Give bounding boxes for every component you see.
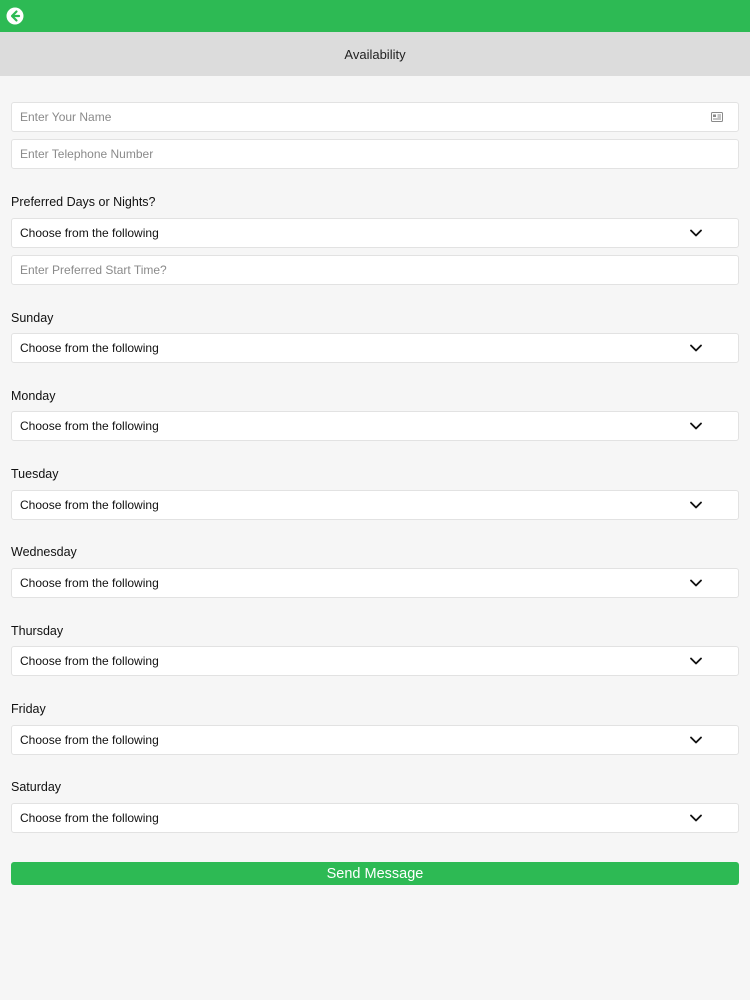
- chevron-down-icon: [690, 657, 702, 665]
- contact-card-icon: [711, 112, 723, 122]
- start-time-field[interactable]: [11, 255, 739, 285]
- day-label-monday: Monday: [11, 389, 56, 403]
- day-select-sunday[interactable]: Choose from the following: [11, 333, 739, 363]
- day-select-thursday[interactable]: Choose from the following: [11, 646, 739, 676]
- day-select-saturday[interactable]: Choose from the following: [11, 803, 739, 833]
- start-time-input[interactable]: [20, 263, 730, 277]
- day-select-wednesday[interactable]: Choose from the following: [11, 568, 739, 598]
- day-select-value: Choose from the following: [20, 811, 159, 825]
- name-input[interactable]: [20, 110, 730, 124]
- day-label-saturday: Saturday: [11, 780, 62, 794]
- preferred-label: Preferred Days or Nights?: [11, 195, 156, 209]
- chevron-down-icon: [690, 501, 702, 509]
- page-title: Availability: [344, 46, 406, 62]
- day-select-value: Choose from the following: [20, 498, 159, 512]
- day-select-value: Choose from the following: [20, 576, 159, 590]
- day-select-monday[interactable]: Choose from the following: [11, 411, 739, 441]
- day-label-sunday: Sunday: [11, 311, 54, 325]
- day-select-value: Choose from the following: [20, 733, 159, 747]
- day-select-tuesday[interactable]: Choose from the following: [11, 490, 739, 520]
- telephone-field[interactable]: [11, 139, 739, 169]
- day-label-tuesday: Tuesday: [11, 467, 59, 481]
- telephone-input[interactable]: [20, 147, 730, 161]
- back-arrow-icon[interactable]: [6, 7, 24, 25]
- day-select-value: Choose from the following: [20, 341, 159, 355]
- day-label-thursday: Thursday: [11, 624, 64, 638]
- chevron-down-icon: [690, 422, 702, 430]
- chevron-down-icon: [690, 814, 702, 822]
- title-bar: Availability: [0, 32, 750, 76]
- day-label-friday: Friday: [11, 702, 46, 716]
- day-select-friday[interactable]: Choose from the following: [11, 725, 739, 755]
- send-message-label: Send Message: [326, 865, 424, 882]
- chevron-down-icon: [690, 736, 702, 744]
- preferred-select-value: Choose from the following: [20, 226, 159, 240]
- day-select-value: Choose from the following: [20, 654, 159, 668]
- day-label-wednesday: Wednesday: [11, 545, 77, 559]
- name-field[interactable]: [11, 102, 739, 132]
- preferred-select[interactable]: Choose from the following: [11, 218, 739, 248]
- top-bar: [0, 0, 750, 32]
- chevron-down-icon: [690, 579, 702, 587]
- chevron-down-icon: [690, 344, 702, 352]
- send-message-button[interactable]: Send Message: [11, 862, 739, 885]
- chevron-down-icon: [690, 229, 702, 237]
- day-select-value: Choose from the following: [20, 419, 159, 433]
